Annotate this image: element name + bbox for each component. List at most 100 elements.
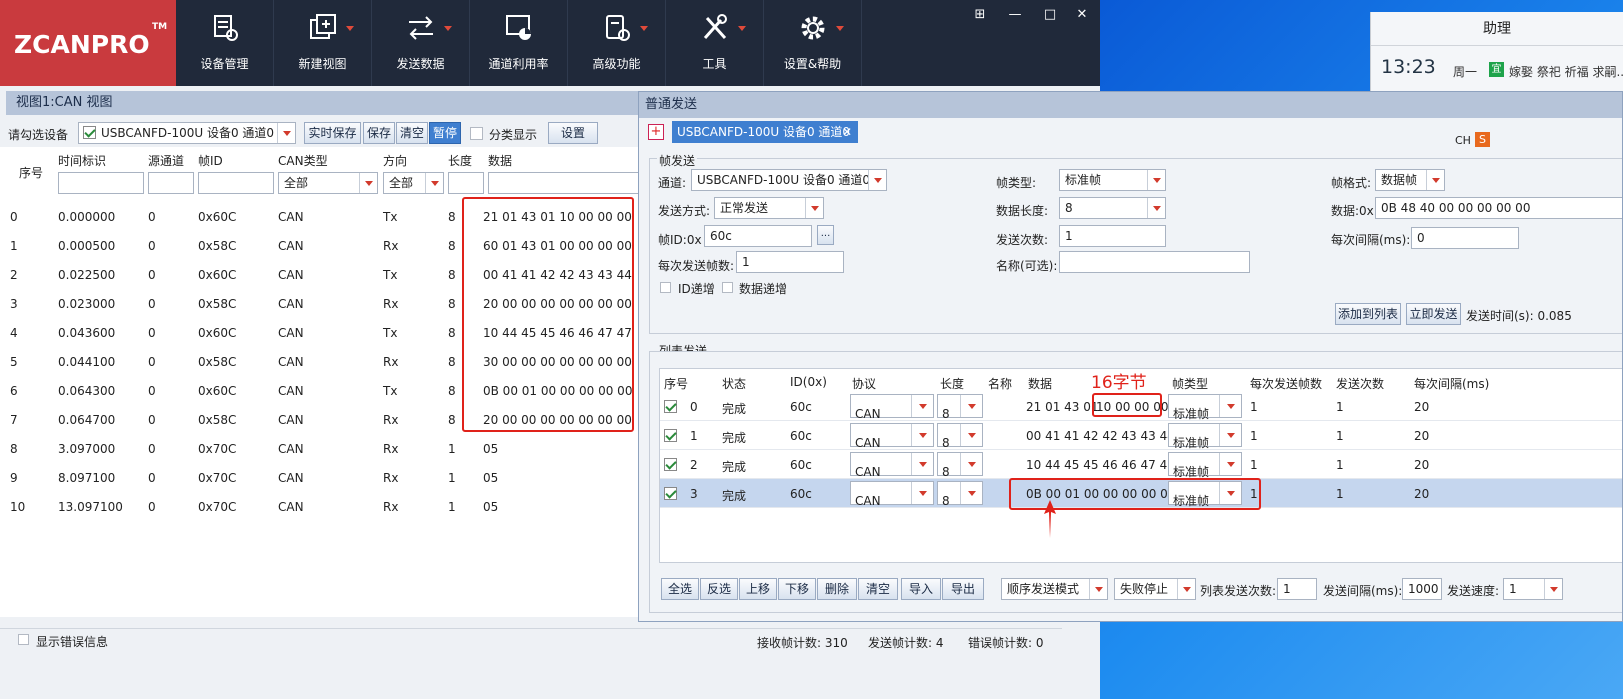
list-clear-button[interactable]: 清空 — [858, 578, 898, 600]
table-cell: 0.000500 — [58, 239, 116, 253]
toolbar-device-manage[interactable]: 设备管理 — [176, 0, 274, 86]
table-row[interactable]: 8 3.097000 0 0x70C CAN Rx 1 05 — [0, 435, 640, 464]
list-row[interactable]: 2 完成 60c CAN 8 10 44 45 45 46 46 47 47 标准帧 1 1 20 — [660, 450, 1622, 479]
frame-type-value: 标准帧 — [1065, 173, 1102, 187]
send-mode-list-select[interactable]: 顺序发送模式 — [1001, 578, 1108, 600]
row-checkbox[interactable] — [664, 429, 677, 442]
tab-device[interactable]: USBCANFD-100U 设备0 通道0 ✕ — [672, 121, 858, 143]
add-to-list-button[interactable]: 添加到列表 — [1335, 303, 1401, 325]
filter-frame-id[interactable] — [198, 172, 274, 194]
classify-checkbox[interactable] — [470, 127, 483, 140]
delete-button[interactable]: 删除 — [817, 578, 857, 600]
toolbar-settings-help[interactable]: 设置&帮助 — [764, 0, 862, 86]
layout-grid-icon[interactable]: ⊞ — [970, 6, 990, 24]
frame-id-input[interactable]: 60c — [704, 225, 812, 247]
recv-count: 接收帧计数: 310 — [757, 636, 848, 650]
show-errors-checkbox[interactable] — [18, 634, 29, 645]
toolbar-tools[interactable]: 工具 — [666, 0, 764, 86]
clear-button[interactable]: 清空 — [396, 122, 428, 144]
save-button[interactable]: 保存 — [363, 122, 395, 144]
send-mode-list-value: 顺序发送模式 — [1007, 582, 1080, 596]
filter-direction-value: 全部 — [389, 176, 414, 190]
send-count-input[interactable]: 1 — [1059, 225, 1166, 247]
maximize-button[interactable]: □ — [1040, 6, 1060, 24]
realtime-save-button[interactable]: 实时保存 — [304, 122, 361, 144]
pause-button[interactable]: 暂停 — [429, 122, 461, 144]
close-icon[interactable]: ✕ — [842, 121, 852, 143]
data-length-select[interactable]: 8 — [1059, 197, 1166, 219]
add-tab-icon[interactable]: + — [648, 124, 664, 140]
row-checkbox[interactable] — [664, 487, 677, 500]
row-frame-type-select[interactable]: 标准帧 — [1168, 423, 1242, 450]
chevron-down-icon — [1544, 579, 1562, 599]
channel-select[interactable]: USBCANFD-100U 设备0 通道0 — [691, 169, 887, 191]
toolbar-channel-usage[interactable]: 通道利用率 — [470, 0, 568, 86]
export-button[interactable]: 导出 — [942, 578, 984, 600]
filter-time[interactable] — [58, 172, 144, 194]
move-down-button[interactable]: 下移 — [778, 578, 816, 600]
list-count-input[interactable]: 1 — [1277, 578, 1317, 600]
filter-data[interactable] — [488, 172, 640, 194]
toolbar-new-view[interactable]: 新建视图 — [274, 0, 372, 86]
frame-id-more-button[interactable]: ... — [817, 225, 834, 245]
row-length-select[interactable]: 8 — [937, 394, 983, 421]
row-frame-type-select[interactable]: 标准帧 — [1168, 452, 1242, 479]
name-optional-label: 名称(可选): — [996, 259, 1058, 273]
filter-src-channel[interactable] — [148, 172, 194, 194]
list-row[interactable]: 1 完成 60c CAN 8 00 41 41 42 42 43 43 44 标准帧 1 1 20 — [660, 421, 1622, 450]
id-increment-checkbox[interactable] — [660, 282, 671, 293]
assistant-time: 13:23 — [1381, 56, 1436, 78]
send-now-button[interactable]: 立即发送 — [1406, 303, 1461, 325]
table-cell: 0 — [148, 239, 156, 253]
fail-action-select[interactable]: 失败停止 — [1114, 578, 1196, 600]
row-checkbox[interactable] — [664, 458, 677, 471]
toolbar-advanced[interactable]: 高级功能 — [568, 0, 666, 86]
move-up-button[interactable]: 上移 — [739, 578, 777, 600]
interval-input[interactable]: 0 — [1411, 227, 1519, 249]
row-protocol-select[interactable]: CAN — [850, 423, 934, 450]
chevron-down-icon — [444, 26, 452, 31]
toolbar-send-data[interactable]: 发送数据 — [372, 0, 470, 86]
send-speed-value: 1 — [1509, 582, 1517, 596]
row-protocol-select[interactable]: CAN — [850, 394, 934, 421]
error-count: 错误帧计数: 0 — [968, 636, 1044, 650]
col-header-time: 时间标识 — [58, 154, 107, 168]
close-button[interactable]: ✕ — [1072, 6, 1092, 24]
table-cell: 0 — [148, 210, 156, 224]
frame-type-select[interactable]: 标准帧 — [1059, 169, 1166, 191]
row-length-select[interactable]: 8 — [937, 481, 983, 508]
row-checkbox[interactable] — [664, 400, 677, 413]
data-increment-checkbox[interactable] — [722, 282, 733, 293]
frames-per-send-input[interactable]: 1 — [736, 251, 844, 273]
chevron-down-icon — [960, 453, 982, 475]
tools-icon — [703, 14, 727, 40]
row-frames-per: 1 — [1250, 400, 1258, 414]
name-input[interactable] — [1059, 251, 1250, 273]
table-row[interactable]: 9 8.097100 0 0x70C CAN Rx 1 05 — [0, 464, 640, 493]
table-cell: CAN — [278, 384, 304, 398]
view-settings-button[interactable]: 设置 — [548, 122, 598, 144]
send-speed-select[interactable]: 1 — [1503, 578, 1563, 600]
data-hex-input[interactable]: 0B 48 40 00 00 00 00 00 — [1375, 197, 1622, 219]
invert-select-button[interactable]: 反选 — [700, 578, 738, 600]
row-protocol-select[interactable]: CAN — [850, 452, 934, 479]
select-all-button[interactable]: 全选 — [661, 578, 699, 600]
list-interval-input[interactable]: 1000 — [1402, 578, 1442, 600]
row-length-select[interactable]: 8 — [937, 423, 983, 450]
table-cell: 8 — [448, 210, 456, 224]
device-select[interactable]: USBCANFD-100U 设备0 通道0 — [78, 122, 296, 144]
row-frame-type-select[interactable]: 标准帧 — [1168, 394, 1242, 421]
import-button[interactable]: 导入 — [901, 578, 941, 600]
minimize-button[interactable]: — — [1005, 6, 1025, 24]
send-mode-select[interactable]: 正常发送 — [714, 197, 824, 219]
row-protocol-select[interactable]: CAN — [850, 481, 934, 508]
filter-length[interactable] — [448, 172, 484, 194]
table-cell: 0 — [148, 413, 156, 427]
table-row[interactable]: 10 13.097100 0 0x70C CAN Rx 1 05 — [0, 493, 640, 522]
filter-direction[interactable]: 全部 — [383, 172, 444, 194]
row-length-select[interactable]: 8 — [937, 452, 983, 479]
frame-format-select[interactable]: 数据帧 — [1375, 169, 1445, 191]
device-checkbox[interactable] — [83, 126, 96, 139]
send-mode-label: 发送方式: — [658, 204, 711, 218]
filter-can-type[interactable]: 全部 — [278, 172, 378, 194]
